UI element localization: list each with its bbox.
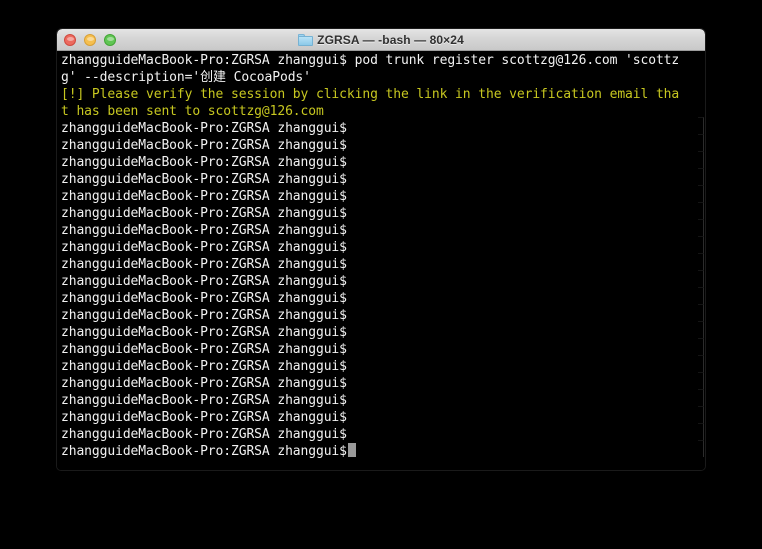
terminal-output-area[interactable]: zhangguideMacBook-Pro:ZGRSA zhanggui$ po… [57,51,705,470]
desktop-background: ZGRSA — -bash — 80×24 zhangguideMacBook-… [0,0,762,549]
terminal-line: zhangguideMacBook-Pro:ZGRSA zhanggui$ [61,257,347,272]
terminal-line: zhangguideMacBook-Pro:ZGRSA zhanggui$ [61,155,347,170]
terminal-line: g' --description='创建 CocoaPods' [61,70,311,85]
terminal-line: zhangguideMacBook-Pro:ZGRSA zhanggui$ [61,342,347,357]
terminal-active-prompt-line[interactable]: zhangguideMacBook-Pro:ZGRSA zhanggui$ [61,443,705,460]
terminal-line: zhangguideMacBook-Pro:ZGRSA zhanggui$ [61,359,347,374]
terminal-line: zhangguideMacBook-Pro:ZGRSA zhanggui$ [61,291,347,306]
terminal-line: zhangguideMacBook-Pro:ZGRSA zhanggui$ [61,189,347,204]
terminal-line: zhangguideMacBook-Pro:ZGRSA zhanggui$ [61,427,347,442]
terminal-line: [!] Please verify the session by clickin… [61,87,680,102]
terminal-line: zhangguideMacBook-Pro:ZGRSA zhanggui$ [61,223,347,238]
terminal-line: zhangguideMacBook-Pro:ZGRSA zhanggui$ [61,172,347,187]
terminal-line: zhangguideMacBook-Pro:ZGRSA zhanggui$ [61,138,347,153]
window-controls [64,29,116,51]
folder-icon [298,33,314,46]
terminal-line: zhangguideMacBook-Pro:ZGRSA zhanggui$ [61,206,347,221]
terminal-line: zhangguideMacBook-Pro:ZGRSA zhanggui$ [61,376,347,391]
zoom-button[interactable] [104,34,116,46]
prompt-text: zhangguideMacBook-Pro:ZGRSA zhanggui$ [61,444,347,459]
text-cursor [347,443,356,457]
terminal-line: zhangguideMacBook-Pro:ZGRSA zhanggui$ [61,393,347,408]
terminal-line: zhangguideMacBook-Pro:ZGRSA zhanggui$ po… [61,53,680,68]
close-button[interactable] [64,34,76,46]
minimize-button[interactable] [84,34,96,46]
terminal-line: t has been sent to scottzg@126.com [61,104,324,119]
terminal-line: zhangguideMacBook-Pro:ZGRSA zhanggui$ [61,240,347,255]
terminal-line: zhangguideMacBook-Pro:ZGRSA zhanggui$ [61,325,347,340]
terminal-line: zhangguideMacBook-Pro:ZGRSA zhanggui$ [61,121,347,136]
terminal-line-list: zhangguideMacBook-Pro:ZGRSA zhanggui$ po… [61,52,705,460]
window-title-group: ZGRSA — -bash — 80×24 [57,33,705,47]
window-titlebar[interactable]: ZGRSA — -bash — 80×24 [57,29,705,51]
terminal-window[interactable]: ZGRSA — -bash — 80×24 zhangguideMacBook-… [56,28,706,471]
terminal-line: zhangguideMacBook-Pro:ZGRSA zhanggui$ [61,410,347,425]
window-title: ZGRSA — -bash — 80×24 [317,32,464,47]
terminal-line: zhangguideMacBook-Pro:ZGRSA zhanggui$ [61,274,347,289]
terminal-line: zhangguideMacBook-Pro:ZGRSA zhanggui$ [61,308,347,323]
